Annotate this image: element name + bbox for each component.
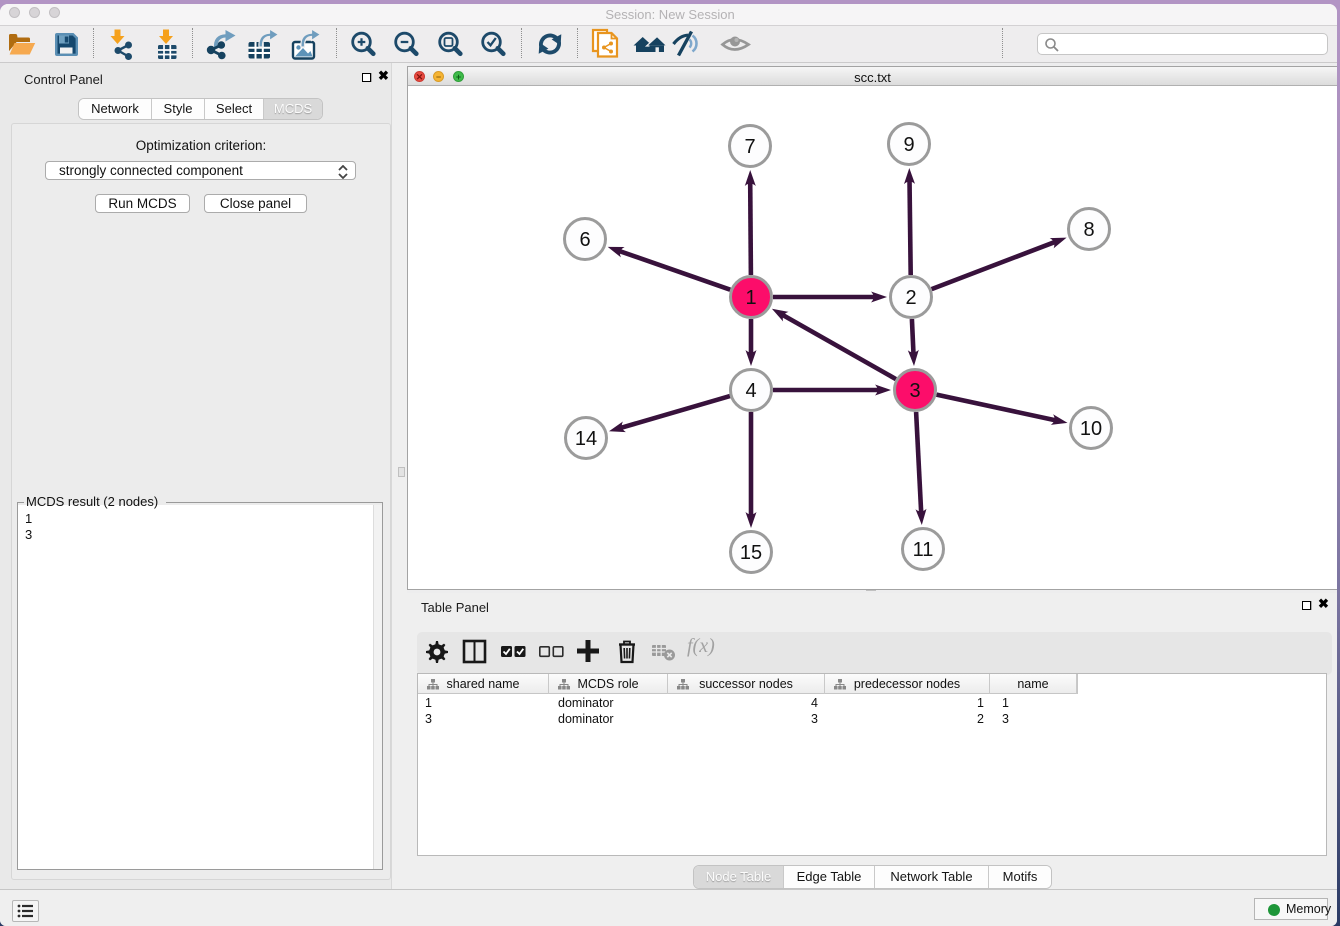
svg-text:8: 8 bbox=[1083, 219, 1094, 241]
svg-text:9: 9 bbox=[903, 134, 914, 156]
svg-text:2: 2 bbox=[905, 287, 916, 309]
svg-text:15: 15 bbox=[740, 542, 762, 564]
svg-text:11: 11 bbox=[913, 539, 934, 561]
svg-text:7: 7 bbox=[744, 136, 755, 158]
svg-text:1: 1 bbox=[745, 287, 756, 309]
svg-text:10: 10 bbox=[1080, 418, 1102, 440]
svg-text:4: 4 bbox=[745, 380, 756, 402]
svg-text:14: 14 bbox=[575, 428, 597, 450]
svg-text:3: 3 bbox=[909, 380, 920, 402]
svg-text:6: 6 bbox=[579, 229, 590, 251]
